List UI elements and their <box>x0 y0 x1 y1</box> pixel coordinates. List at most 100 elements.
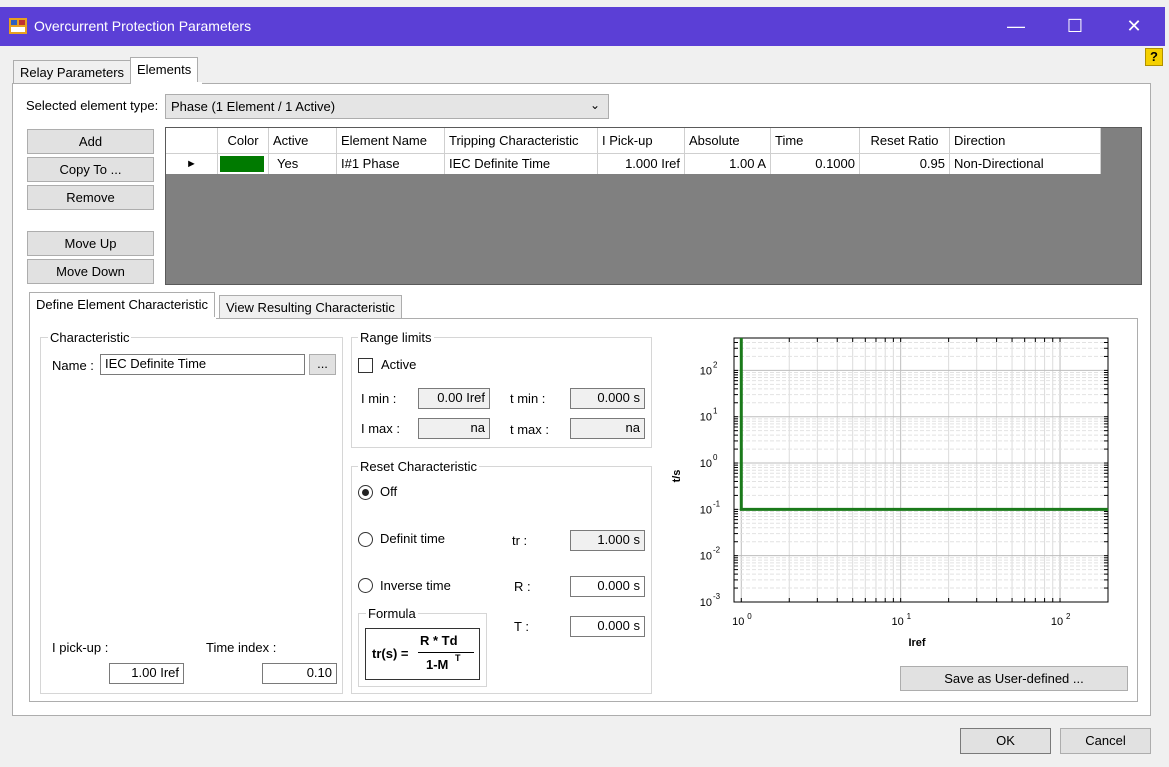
save-as-user-defined-button[interactable]: Save as User-defined ... <box>900 666 1128 691</box>
range-limits-label: Range limits <box>358 330 434 345</box>
window-title: Overcurrent Protection Parameters <box>34 18 252 34</box>
y-tick-exponent: -1 <box>713 499 721 508</box>
formula-exponent: T <box>455 653 461 663</box>
active-checkbox[interactable] <box>358 358 373 373</box>
color-cell[interactable] <box>218 154 269 174</box>
element-type-value: Phase (1 Element / 1 Active) <box>171 99 336 114</box>
add-button[interactable]: Add <box>27 129 154 154</box>
reset-characteristic-label: Reset Characteristic <box>358 459 480 474</box>
y-tick-exponent: 2 <box>713 360 718 369</box>
y-tick-label: 10 <box>700 551 712 563</box>
column-header[interactable]: Color <box>218 128 269 154</box>
off-radio[interactable] <box>358 485 373 500</box>
x-tick-label: 10 <box>1051 616 1063 628</box>
imin-label: I min : <box>361 391 397 406</box>
t-field[interactable]: 0.000 s <box>570 616 645 637</box>
pickup-field[interactable]: 1.00 Iref <box>109 663 184 684</box>
name-label: Name : <box>52 358 94 373</box>
element-type-label: Selected element type: <box>26 98 159 113</box>
minimize-icon[interactable]: — <box>987 7 1045 46</box>
tab-relay-parameters[interactable]: Relay Parameters <box>13 60 132 84</box>
name-field[interactable]: IEC Definite Time <box>100 354 305 375</box>
tr-label: tr : <box>512 533 528 548</box>
definit-time-label[interactable]: Definit time <box>376 531 450 546</box>
help-icon[interactable]: ? <box>1145 48 1163 66</box>
imax-field[interactable]: na <box>418 418 490 439</box>
imin-field[interactable]: 0.00 Iref <box>418 388 490 409</box>
tripping-cell[interactable]: IEC Definite Time <box>445 154 598 174</box>
element-name-cell[interactable]: I#1 Phase <box>337 154 445 174</box>
y-tick-label: 10 <box>700 597 712 609</box>
y-tick-label: 10 <box>700 412 712 424</box>
column-header[interactable]: Tripping Characteristic <box>445 128 598 154</box>
row-selector-icon[interactable]: ► <box>166 154 218 174</box>
cancel-button[interactable]: Cancel <box>1060 728 1151 754</box>
y-tick-label: 10 <box>700 458 712 470</box>
column-header[interactable]: Absolute <box>685 128 771 154</box>
tab-elements[interactable]: Elements <box>130 57 199 84</box>
x-tick-label: 10 <box>892 616 904 628</box>
x-tick-exponent: 1 <box>907 612 912 621</box>
t-label: T : <box>514 619 529 634</box>
inverse-time-label[interactable]: Inverse time <box>376 578 455 593</box>
characteristic-plot: 10 2 10 1 10 0 10 -1 10 -2 10 -3 10 0 10 1 10 2 t/s Iref <box>665 330 1125 652</box>
time-index-field[interactable]: 0.10 <box>262 663 337 684</box>
y-tick-label: 10 <box>700 504 712 516</box>
active-cell[interactable]: Yes <box>269 154 337 174</box>
tmax-field[interactable]: na <box>570 418 645 439</box>
formula-box: tr(s) = R * Td 1-M T <box>365 628 480 680</box>
tmax-label: t max : <box>510 422 550 437</box>
remove-button[interactable]: Remove <box>27 185 154 210</box>
ok-button[interactable]: OK <box>960 728 1051 754</box>
column-header[interactable]: Active <box>269 128 337 154</box>
move-down-button[interactable]: Move Down <box>27 259 154 284</box>
x-tick-exponent: 2 <box>1066 612 1071 621</box>
row-header-corner <box>166 128 218 154</box>
pickup-cell[interactable]: 1.000 Iref <box>598 154 685 174</box>
tr-field[interactable]: 1.000 s <box>570 530 645 551</box>
move-up-button[interactable]: Move Up <box>27 231 154 256</box>
elements-table: Color Active Element Name Tripping Chara… <box>165 127 1142 285</box>
r-label: R : <box>514 579 531 594</box>
copy-to-button[interactable]: Copy To ... <box>27 157 154 182</box>
chevron-down-icon: ⌄ <box>590 98 601 112</box>
y-tick-exponent: -3 <box>713 592 721 601</box>
browse-button[interactable]: ... <box>309 354 336 375</box>
tab-define-characteristic[interactable]: Define Element Characteristic <box>29 292 215 319</box>
tmin-label: t min : <box>510 391 546 406</box>
r-field[interactable]: 0.000 s <box>570 576 645 597</box>
tab-view-characteristic[interactable]: View Resulting Characteristic <box>219 295 402 318</box>
active-checkbox-label[interactable]: Active <box>377 357 421 372</box>
tmin-field[interactable]: 0.000 s <box>570 388 645 409</box>
column-header[interactable]: Direction <box>950 128 1101 154</box>
y-tick-exponent: -2 <box>713 546 721 555</box>
reset-ratio-cell[interactable]: 0.95 <box>860 154 950 174</box>
maximize-icon[interactable]: ☐ <box>1046 7 1104 46</box>
app-icon <box>9 18 27 34</box>
close-icon[interactable]: ✕ <box>1105 7 1163 46</box>
y-tick-label: 10 <box>700 365 712 377</box>
formula-numerator: R * Td <box>420 633 458 648</box>
column-header[interactable]: Element Name <box>337 128 445 154</box>
formula-lhs: tr(s) = <box>372 646 409 661</box>
formula-label: Formula <box>366 606 418 621</box>
column-header[interactable]: Time <box>771 128 860 154</box>
x-tick-exponent: 0 <box>747 612 752 621</box>
off-radio-label[interactable]: Off <box>376 484 402 499</box>
y-axis-label: t/s <box>671 470 683 483</box>
imax-label: I max : <box>361 421 401 436</box>
title-bar: Overcurrent Protection Parameters — ☐ ✕ <box>0 7 1165 46</box>
y-tick-exponent: 1 <box>713 407 718 416</box>
characteristic-group-label: Characteristic <box>48 330 132 345</box>
absolute-cell[interactable]: 1.00 A <box>685 154 771 174</box>
pickup-label: I pick-up : <box>52 640 109 655</box>
inverse-time-radio[interactable] <box>358 578 373 593</box>
element-type-select[interactable]: Phase (1 Element / 1 Active) ⌄ <box>165 94 609 119</box>
column-header[interactable]: I Pick-up <box>598 128 685 154</box>
column-header[interactable]: Reset Ratio <box>860 128 950 154</box>
x-axis-label: Iref <box>908 637 925 649</box>
direction-cell[interactable]: Non-Directional <box>950 154 1101 174</box>
definit-time-radio[interactable] <box>358 532 373 547</box>
time-cell[interactable]: 0.1000 <box>771 154 860 174</box>
formula-denominator: 1-M <box>426 657 449 672</box>
